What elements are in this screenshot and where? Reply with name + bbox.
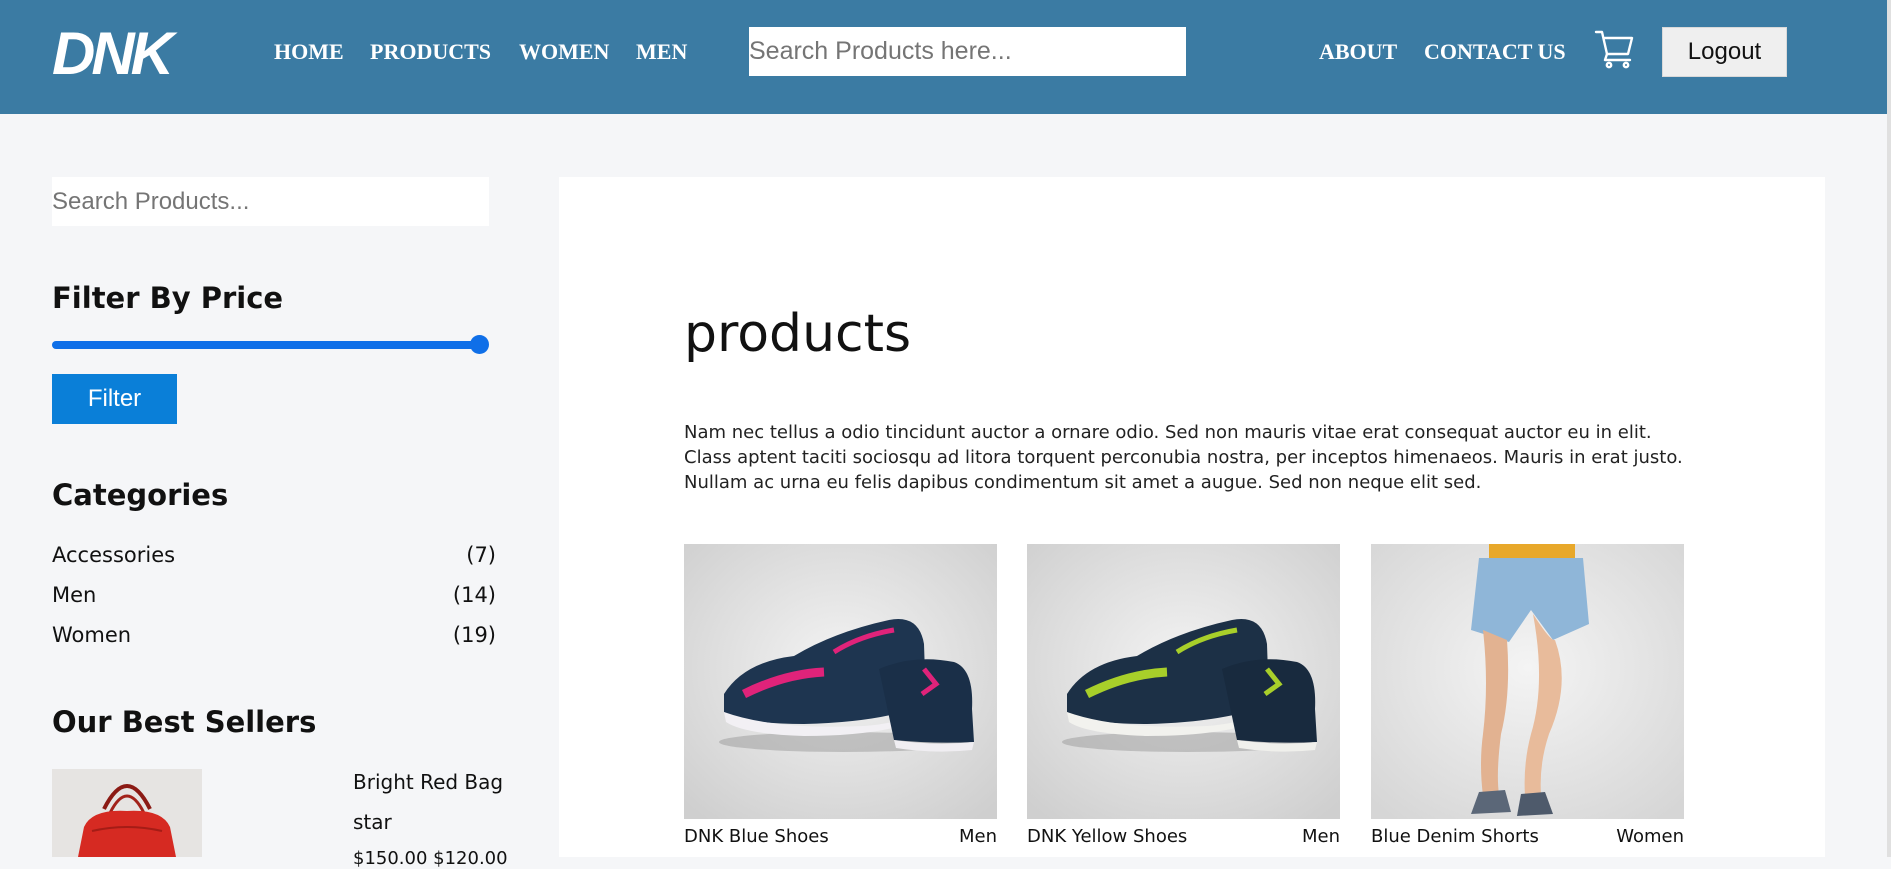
categories-heading: Categories: [52, 478, 229, 512]
product-name[interactable]: DNK Yellow Shoes: [1027, 826, 1187, 847]
cart-icon[interactable]: [1594, 28, 1636, 70]
header-search-input[interactable]: [749, 27, 1186, 76]
product-category: Women: [1616, 826, 1684, 847]
nav-men[interactable]: MEN: [636, 39, 687, 65]
filter-button[interactable]: Filter: [52, 374, 177, 424]
nav-home[interactable]: HOME: [274, 39, 344, 65]
dnk-logo[interactable]: DNK: [50, 18, 186, 84]
category-item-women[interactable]: Women (19): [52, 623, 496, 653]
nav-women[interactable]: WOMEN: [519, 39, 609, 65]
best-seller-price: $150.00 $120.00: [353, 848, 508, 869]
product-card-yellow-shoes[interactable]: DNK Yellow Shoes Men: [1027, 544, 1340, 847]
price-slider-handle[interactable]: [470, 335, 489, 354]
logout-button[interactable]: Logout: [1662, 27, 1787, 77]
nav-about[interactable]: ABOUT: [1319, 39, 1397, 65]
category-name[interactable]: Accessories: [52, 543, 175, 567]
category-name[interactable]: Women: [52, 623, 131, 647]
product-category: Men: [1301, 826, 1340, 847]
best-seller-name[interactable]: Bright Red Bag: [353, 770, 503, 794]
best-sellers-heading: Our Best Sellers: [52, 705, 317, 739]
product-image[interactable]: [1371, 544, 1684, 819]
price-slider-track[interactable]: [52, 341, 483, 349]
nav-contact-us[interactable]: CONTACT US: [1424, 39, 1566, 65]
product-name[interactable]: DNK Blue Shoes: [684, 826, 829, 847]
page-title: products: [684, 304, 912, 364]
best-seller-rating: star: [353, 810, 392, 834]
product-card-blue-shoes[interactable]: DNK Blue Shoes Men: [684, 544, 997, 847]
category-count: (19): [452, 623, 496, 647]
product-card-denim-shorts[interactable]: Blue Denim Shorts Women: [1371, 544, 1684, 847]
intro-paragraph: Nam nec tellus a odio tincidunt auctor a…: [684, 422, 1683, 493]
product-image[interactable]: [1027, 544, 1340, 819]
product-name[interactable]: Blue Denim Shorts: [1371, 826, 1539, 847]
category-name[interactable]: Men: [52, 583, 96, 607]
best-seller-image[interactable]: [52, 769, 202, 857]
category-count: (14): [452, 583, 496, 607]
category-item-men[interactable]: Men (14): [52, 583, 496, 613]
page-scrollbar[interactable]: [1887, 0, 1891, 857]
category-count: (7): [466, 543, 496, 567]
sidebar-search-input[interactable]: [52, 177, 489, 226]
svg-text:DNK: DNK: [52, 20, 178, 84]
category-item-accessories[interactable]: Accessories (7): [52, 543, 496, 573]
product-category: Men: [958, 826, 997, 847]
product-image[interactable]: [684, 544, 997, 819]
nav-products[interactable]: PRODUCTS: [370, 39, 491, 65]
filter-by-price-heading: Filter By Price: [52, 281, 284, 315]
